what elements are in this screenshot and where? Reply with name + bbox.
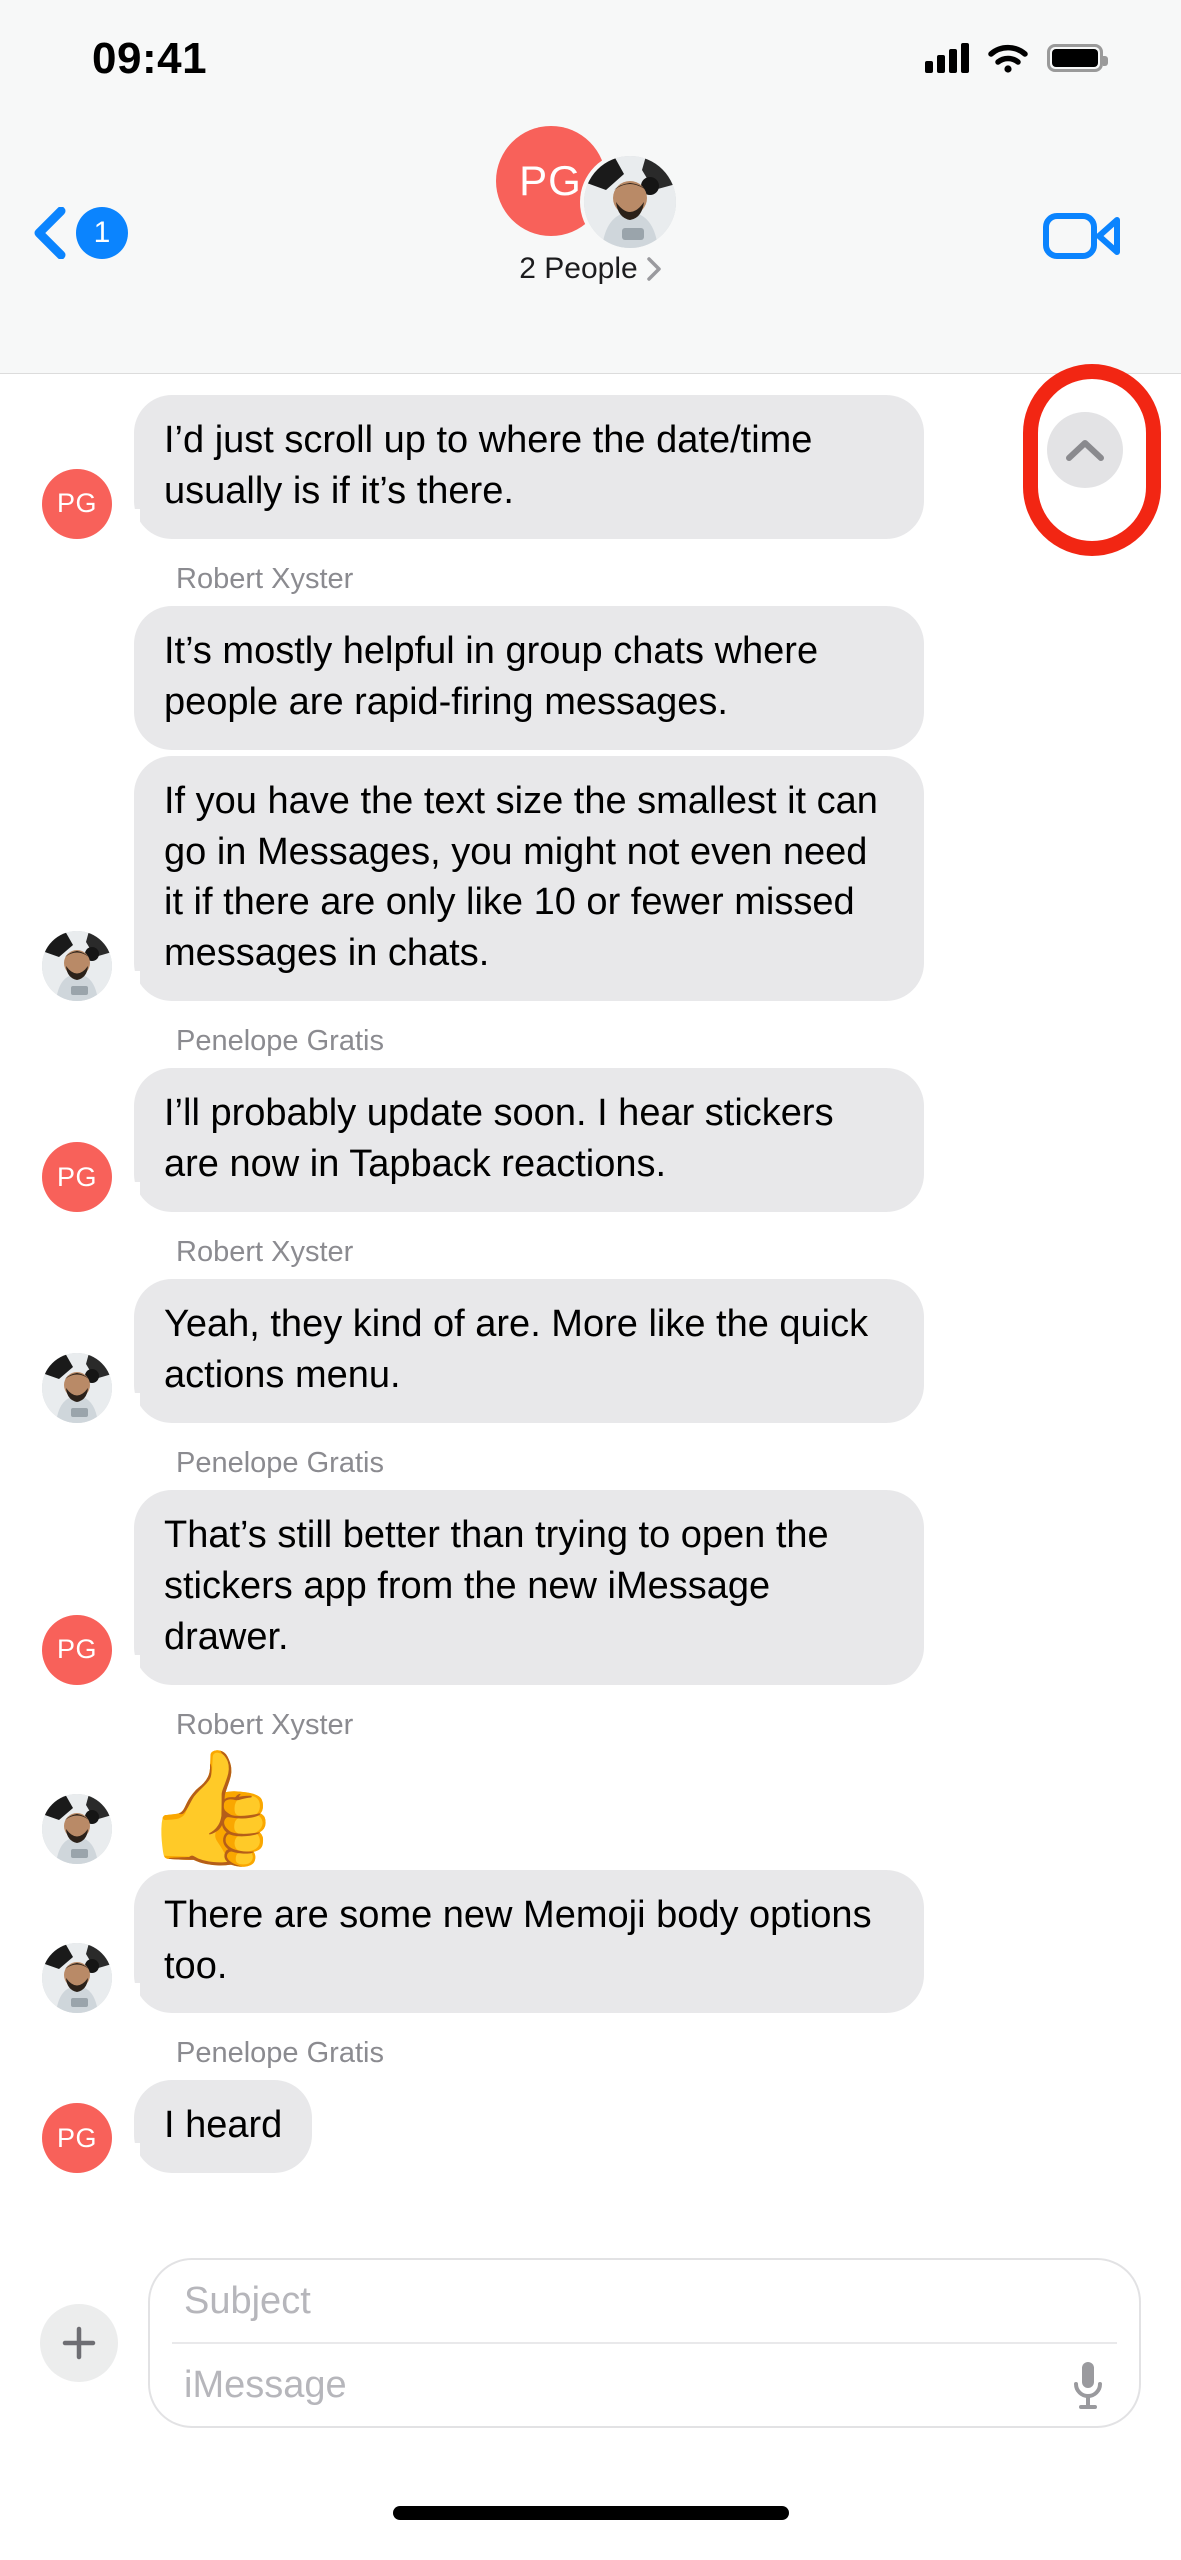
microphone-icon[interactable] [1071,2359,1105,2411]
message-sender-label: Robert Xyster [176,562,354,595]
message-avatar-initials: PG [42,1142,112,1213]
message-avatar-initials: PG [42,1614,112,1685]
message-sender-label: Penelope Gratis [176,1446,384,1479]
message-bubble[interactable]: If you have the text size the smallest i… [118,755,924,1002]
message-row[interactable]: PG I heard [0,2080,1181,2174]
avatar-photo-robert [583,156,676,248]
message-avatar-placeholder [42,680,112,750]
home-indicator[interactable] [392,2506,789,2520]
message-row[interactable]: There are some new Memoji body options t… [0,1869,1181,2014]
imessage-input-row[interactable]: iMessage [150,2344,1139,2426]
message-avatar-initials: PG [42,468,112,539]
message-bubble[interactable]: I’d just scroll up to where the date/tim… [118,395,924,539]
compose-fields: Subject iMessage [148,2258,1141,2428]
message-row[interactable]: Yeah, they kind of are. More like the qu… [0,1279,1181,1423]
message-avatar-photo [42,1352,112,1423]
message-row[interactable]: PG I’ll probably update soon. I hear stic… [0,1068,1181,1213]
add-attachment-button[interactable] [40,2304,118,2382]
participants-count-label: 2 People [519,252,638,285]
message-row[interactable]: PG That’s still better than trying to ope… [0,1489,1181,1685]
message-bubble[interactable]: It’s mostly helpful in group chats where… [122,605,924,750]
chevron-up-icon [1066,440,1104,461]
participants-label-row[interactable]: 2 People [519,252,661,286]
message-thread[interactable]: PG I’d just scroll up to where the date/t… [0,375,1181,2237]
status-bar: 09:41 [0,0,1181,112]
imessage-screen: 09:41 1 PG 2 People PG I’d just scroll u… [0,0,1181,2560]
message-bubble[interactable]: There are some new Memoji body options t… [118,1869,924,2014]
plus-icon [62,2326,96,2360]
message-avatar-photo [42,931,112,1002]
message-avatar-photo [42,1943,112,2014]
subject-input[interactable]: Subject [150,2260,1139,2342]
cellular-signal-icon [925,43,969,73]
status-bar-indicators [925,43,1108,73]
message-input-bar: Subject iMessage [0,2238,1181,2448]
message-row[interactable]: 👍 [0,1752,1181,1864]
conversation-participants[interactable]: PG 2 People [0,126,1181,286]
wifi-icon [988,45,1028,73]
message-avatar-photo [42,1793,112,1864]
battery-full-icon [1047,44,1108,72]
message-sender-label: Penelope Gratis [176,1025,384,1058]
message-row[interactable]: It’s mostly helpful in group chats where… [0,605,1181,750]
message-row[interactable]: PG I’d just scroll up to where the date/t… [0,395,1181,539]
chevron-right-icon [646,257,661,281]
message-row[interactable]: If you have the text size the smallest i… [0,755,1181,1002]
conversation-header: 1 PG 2 People [0,112,1181,374]
message-emoji: 👍 [142,1742,282,1873]
message-sender-label: Robert Xyster [176,1708,354,1741]
avatar-photo-image [583,156,676,248]
message-sender-label: Penelope Gratis [176,2037,384,2070]
imessage-input-placeholder: iMessage [184,2363,347,2406]
message-bubble[interactable]: That’s still better than trying to open … [118,1489,924,1685]
facetime-video-button[interactable] [1043,210,1121,262]
scroll-to-top-button[interactable] [1047,412,1123,488]
message-avatar-initials: PG [42,2103,112,2174]
avatar-group: PG [495,126,686,248]
message-bubble[interactable]: I heard [117,2080,313,2174]
message-bubble[interactable]: Yeah, they kind of are. More like the qu… [118,1279,924,1423]
status-bar-time: 09:41 [92,34,208,83]
message-sender-label: Robert Xyster [176,1236,354,1269]
message-bubble[interactable]: I’ll probably update soon. I hear sticke… [118,1068,924,1213]
